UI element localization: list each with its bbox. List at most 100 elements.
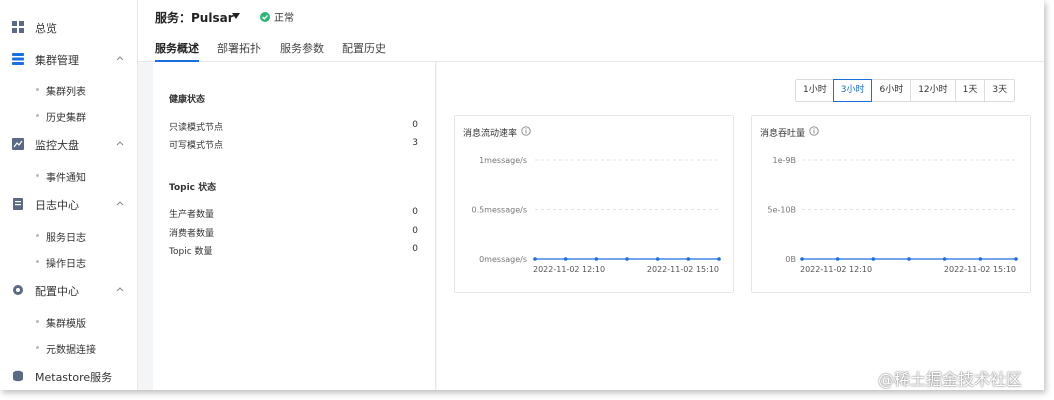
sidebar-item-label: Metastore服务 xyxy=(35,371,113,384)
sidebar-item-event-notify[interactable]: 事件通知 xyxy=(0,166,138,184)
range-1h[interactable]: 1小时 xyxy=(796,80,834,101)
status-badge: 正常 xyxy=(260,9,294,24)
y-tick-label: 1message/s xyxy=(479,156,527,165)
throughput-chart: 1e-9B 5e-10B 0B 2022-11-02 12:10 2022-11-02 … xyxy=(767,156,1018,274)
topics-label: Topic 数量 xyxy=(169,247,213,257)
range-3h[interactable]: 3小时 xyxy=(832,79,873,102)
status-text: 正常 xyxy=(274,13,294,24)
x-tick-label: 2022-11-02 15:10 xyxy=(647,265,719,274)
sidebar-item-monitor[interactable]: 监控大盘 xyxy=(0,133,138,155)
writable-nodes-label: 可写模式节点 xyxy=(169,141,224,151)
y-tick-label: 5e-10B xyxy=(767,206,796,215)
chevron-up-icon[interactable] xyxy=(115,198,125,208)
sidebar-item-label: 集群管理 xyxy=(35,54,79,67)
data-point xyxy=(942,257,947,261)
data-point xyxy=(655,257,660,261)
consumers-value: 0 xyxy=(412,226,418,236)
y-tick-label: 0message/s xyxy=(479,255,527,264)
info-icon[interactable] xyxy=(521,126,531,136)
sidebar-item-overview[interactable]: 总览 xyxy=(0,16,138,38)
data-point xyxy=(563,257,568,261)
bullet-icon xyxy=(36,234,39,237)
message-rate-card: 消息流动速率 1message/s 0.5message/s 0message/s 2… xyxy=(454,115,734,293)
sidebar-item-label: 总览 xyxy=(35,22,57,35)
document-icon xyxy=(13,198,23,210)
data-point xyxy=(800,257,804,261)
sidebar-item-history-cluster[interactable]: 历史集群 xyxy=(0,106,138,124)
range-1d[interactable]: 1天 xyxy=(954,80,985,101)
grid-icon xyxy=(12,21,24,33)
chart-icon xyxy=(12,138,24,150)
sidebar-item-cluster-mgmt[interactable]: 集群管理 xyxy=(0,48,138,70)
sidebar: 总览 集群管理 集群列表 历史集群 监控大盘 事件通知 日志中心 服务日志 操作… xyxy=(0,0,138,390)
bullet-icon xyxy=(36,320,39,323)
x-tick-label: 2022-11-02 15:10 xyxy=(944,265,1016,274)
range-12h[interactable]: 12小时 xyxy=(910,80,954,101)
readonly-nodes-label: 只读模式节点 xyxy=(169,123,224,133)
x-tick-label: 2022-11-02 12:10 xyxy=(800,265,872,274)
info-icon[interactable] xyxy=(809,126,819,136)
app-window: 总览 集群管理 集群列表 历史集群 监控大盘 事件通知 日志中心 服务日志 操作… xyxy=(0,0,1044,390)
data-point xyxy=(871,257,876,261)
tab-params[interactable]: 服务参数 xyxy=(280,40,324,62)
producers-label: 生产者数量 xyxy=(169,210,215,220)
sidebar-item-service-log[interactable]: 服务日志 xyxy=(0,226,138,244)
chevron-up-icon[interactable] xyxy=(115,53,125,63)
sidebar-item-cluster-list[interactable]: 集群列表 xyxy=(0,80,138,98)
tab-config-history[interactable]: 配置历史 xyxy=(342,40,386,62)
tab-topology[interactable]: 部署拓扑 xyxy=(217,40,261,62)
data-point xyxy=(835,257,840,261)
x-tick-label: 2022-11-02 12:10 xyxy=(533,265,605,274)
server-icon xyxy=(13,370,23,382)
data-point xyxy=(1014,257,1018,261)
writable-nodes-value: 3 xyxy=(412,138,418,148)
health-title: 健康状态 xyxy=(169,95,206,105)
throughput-title: 消息吞吐量 xyxy=(760,129,806,139)
message-rate-title: 消息流动速率 xyxy=(463,129,518,139)
range-6h[interactable]: 6小时 xyxy=(871,80,910,101)
topic-title: Topic 状态 xyxy=(169,183,217,193)
sidebar-item-operation-log[interactable]: 操作日志 xyxy=(0,252,138,270)
sidebar-item-label: 事件通知 xyxy=(46,173,86,184)
sidebar-item-label: 历史集群 xyxy=(46,113,86,124)
data-point xyxy=(717,257,721,261)
gear-icon xyxy=(13,285,23,295)
data-point xyxy=(533,257,537,261)
data-point xyxy=(625,257,629,261)
chevron-up-icon[interactable] xyxy=(115,284,125,294)
y-tick-label: 1e-9B xyxy=(773,156,796,165)
y-tick-label: 0B xyxy=(785,255,796,264)
bullet-icon xyxy=(36,346,39,349)
page-header: 服务：Pulsar 正常 服务概述 部署拓扑 服务参数 配置历史 xyxy=(138,0,1044,62)
topics-value: 0 xyxy=(412,244,418,254)
service-overview-panel: 健康状态 只读模式节点 0 可写模式节点 3 Topic 状态 生产者数量 0 … xyxy=(153,62,436,390)
watermark: @稀土掘金技术社区 xyxy=(878,370,1023,389)
data-point xyxy=(978,257,983,261)
sidebar-item-label: 配置中心 xyxy=(35,285,79,298)
tab-overview[interactable]: 服务概述 xyxy=(155,40,199,62)
sidebar-item-label: 集群列表 xyxy=(46,87,86,98)
bullet-icon xyxy=(36,114,39,117)
readonly-nodes-value: 0 xyxy=(412,120,418,130)
sidebar-item-metastore[interactable]: Metastore服务 xyxy=(0,365,138,387)
database-icon xyxy=(12,53,24,65)
data-point xyxy=(594,257,599,261)
data-point xyxy=(907,257,911,261)
producers-value: 0 xyxy=(412,207,418,217)
caret-down-icon[interactable] xyxy=(231,12,241,20)
sidebar-item-log-center[interactable]: 日志中心 xyxy=(0,193,138,215)
sidebar-item-label: 集群模版 xyxy=(46,319,86,330)
range-3d[interactable]: 3天 xyxy=(984,80,1014,101)
throughput-card: 消息吞吐量 1e-9B 5e-10B 0B 2022-11-02 12:10 2022-… xyxy=(751,115,1031,293)
data-point xyxy=(686,257,691,261)
metrics-panel: 1小时 3小时 6小时 12小时 1天 3天 消息流动速率 1message/s… xyxy=(437,62,1044,390)
bullet-icon xyxy=(36,260,39,263)
chevron-up-icon[interactable] xyxy=(115,138,125,148)
sidebar-item-label: 日志中心 xyxy=(35,199,79,212)
sidebar-item-config-center[interactable]: 配置中心 xyxy=(0,279,138,301)
sidebar-item-cluster-template[interactable]: 集群模版 xyxy=(0,312,138,330)
sidebar-item-label: 元数据连接 xyxy=(46,345,96,356)
bullet-icon xyxy=(36,174,39,177)
sidebar-item-metadata-conn[interactable]: 元数据连接 xyxy=(0,338,138,356)
message-rate-chart: 1message/s 0.5message/s 0message/s 2022-11-… xyxy=(471,156,721,274)
